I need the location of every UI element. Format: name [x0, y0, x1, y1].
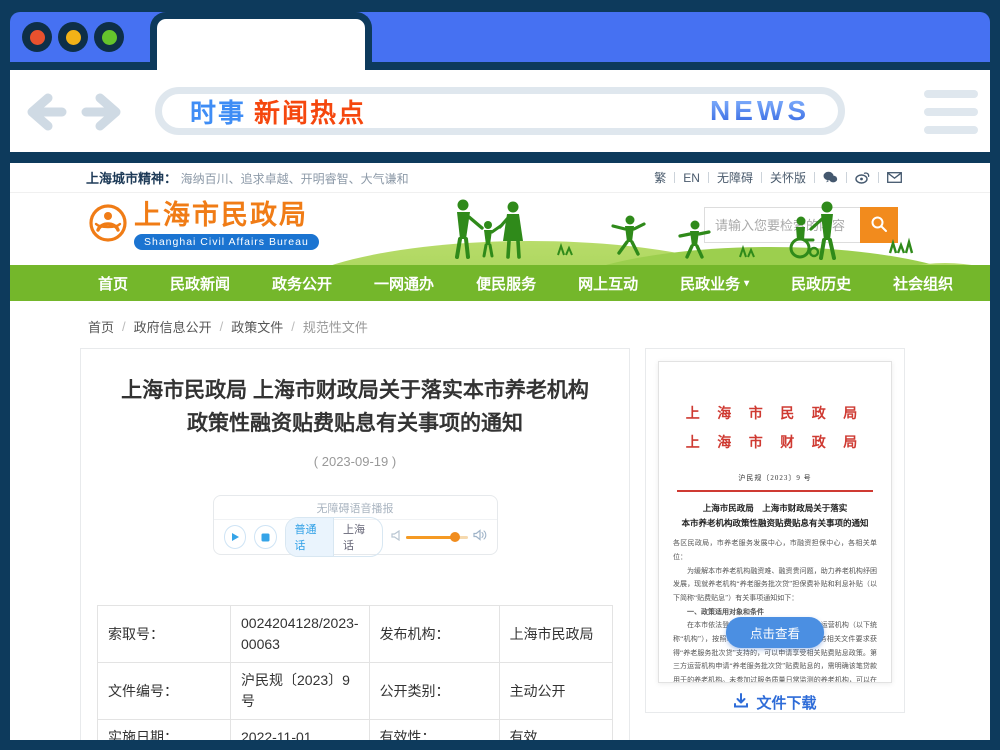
nav-item-one-stop[interactable]: 一网通办 — [368, 273, 440, 294]
nav-item-news[interactable]: 民政新闻 — [164, 273, 236, 294]
mail-icon[interactable] — [887, 172, 902, 183]
breadcrumb-home[interactable]: 首页 — [88, 317, 114, 336]
meta-value: 沪民规〔2023〕9 号 — [230, 662, 370, 721]
doc-title-line1: 上海市民政局 上海市财政局关于落实 — [702, 502, 848, 513]
meta-label: 有效性： — [368, 719, 500, 740]
search-icon — [870, 215, 888, 236]
volume-slider[interactable] — [405, 532, 468, 543]
volume-fill — [405, 535, 456, 539]
search-input[interactable] — [704, 207, 860, 243]
utility-strip: 上海城市精神： 海纳百川、追求卓越、开明睿智、大气谦和 繁 EN 无障碍 关怀版 — [10, 163, 990, 193]
language-toggle: 普通话 上海话 — [284, 517, 383, 558]
meta-value: 0024204128/2023-00063 — [230, 605, 370, 664]
breadcrumb-current: 规范性文件 — [302, 320, 368, 335]
meta-value: 主动公开 — [498, 662, 614, 721]
lang-putonghua-option[interactable]: 普通话 — [285, 518, 334, 557]
audio-player: 无障碍语音播报 普通话 上海话 — [212, 495, 498, 558]
address-text-secondary: 新闻热点 — [254, 97, 367, 128]
minimize-window-button[interactable] — [58, 22, 88, 52]
link-care-version[interactable]: 关怀版 — [770, 169, 806, 186]
table-row: 索取号： 0024204128/2023-00063 发布机构： 上海市民政局 — [97, 605, 614, 664]
volume-high-icon — [472, 528, 487, 546]
webpage: 上海城市精神： 海纳百川、追求卓越、开明睿智、大气谦和 繁 EN 无障碍 关怀版 — [10, 163, 990, 740]
download-label: 文件下载 — [756, 695, 817, 712]
meta-label: 发布机构： — [368, 605, 500, 664]
site-logo[interactable]: 上海市民政局 Shanghai Civil Affairs Bureau — [88, 200, 319, 250]
city-spirit-banner: 上海城市精神： 海纳百川、追求卓越、开明睿智、大气谦和 — [86, 168, 409, 187]
nav-item-public-service[interactable]: 便民服务 — [470, 273, 542, 294]
stop-button[interactable] — [254, 525, 277, 550]
address-bar[interactable]: 时事 新闻热点 NEWS — [155, 87, 845, 135]
nav-item-social-org[interactable]: 社会组织 — [887, 273, 959, 294]
civil-affairs-emblem-icon — [88, 203, 128, 248]
quick-links: 繁 EN 无障碍 关怀版 — [654, 169, 902, 186]
file-download-link[interactable]: 文件下载 — [658, 692, 892, 713]
article-panel: 上海市民政局 上海市财政局关于落实本市养老机构政策性融资贴费贴息有关事项的通知 … — [80, 348, 630, 740]
doc-title-line2: 本市养老机构政策性融资贴费贴息有关事项的通知 — [681, 518, 869, 529]
table-row: 实施日期： 2022-11-01 有效性： 有效 — [97, 719, 614, 740]
wechat-icon[interactable] — [823, 171, 838, 184]
site-title: 上海市民政局 — [134, 200, 308, 230]
meta-value: 2022-11-01 — [230, 719, 370, 740]
window-controls — [22, 22, 124, 52]
link-traditional-chinese[interactable]: 繁 — [654, 169, 666, 186]
nav-item-civil-business[interactable]: 民政业务 ▾ — [674, 273, 755, 294]
document-preview-page[interactable]: 上 海 市 民 政 局 上 海 市 财 政 局 沪民规〔2023〕9 号 上海市… — [658, 361, 892, 683]
close-window-button[interactable] — [22, 22, 52, 52]
article-date: ( 2023-09-19 ) — [313, 454, 397, 470]
doc-paragraph: 为缓解本市养老机构融资难、融资贵问题，助力养老机构纾困发展，现就养老机构“养老服… — [673, 566, 877, 602]
letterhead-rule — [677, 489, 873, 492]
document-meta-table: 索取号： 0024204128/2023-00063 发布机构： 上海市民政局 … — [97, 605, 614, 740]
meta-label: 索取号： — [97, 605, 231, 664]
breadcrumb-policy-files[interactable]: 政策文件 — [231, 317, 283, 336]
doc-paragraph: 各区民政局，市养老服务发展中心，市融资担保中心，各相关单位： — [673, 539, 877, 562]
meta-value: 有效 — [498, 719, 614, 740]
volume-low-icon — [390, 528, 401, 546]
document-number: 沪民规〔2023〕9 号 — [738, 473, 812, 482]
browser-tab[interactable] — [150, 12, 372, 70]
back-arrow-icon[interactable] — [24, 92, 68, 132]
meta-label: 公开类别： — [368, 662, 500, 721]
document-preview-panel: 上 海 市 民 政 局 上 海 市 财 政 局 沪民规〔2023〕9 号 上海市… — [645, 348, 905, 713]
download-icon — [733, 692, 749, 713]
maximize-window-button[interactable] — [94, 22, 124, 52]
table-row: 文件编号： 沪民规〔2023〕9 号 公开类别： 主动公开 — [97, 662, 614, 721]
main-nav: 首页 民政新闻 政务公开 一网通办 便民服务 网上互动 民政业务 ▾ 民政历史 社… — [10, 265, 990, 301]
volume-knob[interactable] — [450, 532, 461, 543]
news-wordmark: NEWS — [710, 95, 810, 126]
browser-toolbar: 时事 新闻热点 NEWS — [10, 70, 990, 152]
nav-item-history[interactable]: 民政历史 — [785, 273, 857, 294]
search-button[interactable] — [860, 207, 898, 243]
nav-item-home[interactable]: 首页 — [92, 273, 134, 294]
meta-label: 文件编号： — [97, 662, 231, 721]
address-text-primary: 时事 — [190, 97, 247, 128]
site-header: 上海市民政局 Shanghai Civil Affairs Bureau — [10, 193, 990, 265]
letterhead-line1: 上 海 市 民 政 局 — [685, 407, 865, 422]
breadcrumb: 首页 / 政府信息公开 / 政策文件 / 规范性文件 — [88, 317, 368, 336]
site-search — [704, 207, 898, 243]
browser-frame: 时事 新闻热点 NEWS 上海城市精神： 海纳百川、追求卓越、开明睿智、大气谦和… — [0, 0, 1000, 750]
city-spirit-text: 海纳百川、追求卓越、开明睿智、大气谦和 — [180, 172, 409, 186]
breadcrumb-gov-info[interactable]: 政府信息公开 — [134, 317, 212, 336]
view-document-button[interactable]: 点击查看 — [725, 617, 825, 648]
site-subtitle-en: Shanghai Civil Affairs Bureau — [134, 233, 319, 250]
link-accessibility[interactable]: 无障碍 — [717, 169, 753, 186]
meta-value: 上海市民政局 — [498, 605, 614, 664]
letterhead-line2: 上 海 市 财 政 局 — [685, 436, 865, 452]
chevron-down-icon: ▾ — [744, 277, 750, 289]
link-english[interactable]: EN — [683, 171, 700, 185]
play-button[interactable] — [223, 525, 246, 550]
forward-arrow-icon[interactable] — [80, 92, 124, 132]
nav-item-gov-disclosure[interactable]: 政务公开 — [266, 273, 338, 294]
nav-item-online-interaction[interactable]: 网上互动 — [572, 273, 644, 294]
menu-icon[interactable] — [924, 90, 978, 134]
meta-label: 实施日期： — [97, 719, 231, 740]
city-spirit-label: 上海城市精神： — [86, 171, 178, 186]
lang-shanghainese-option[interactable]: 上海话 — [334, 518, 382, 556]
weibo-icon[interactable] — [855, 171, 870, 184]
article-title: 上海市民政局 上海市财政局关于落实本市养老机构政策性融资贴费贴息有关事项的通知 — [121, 379, 589, 435]
